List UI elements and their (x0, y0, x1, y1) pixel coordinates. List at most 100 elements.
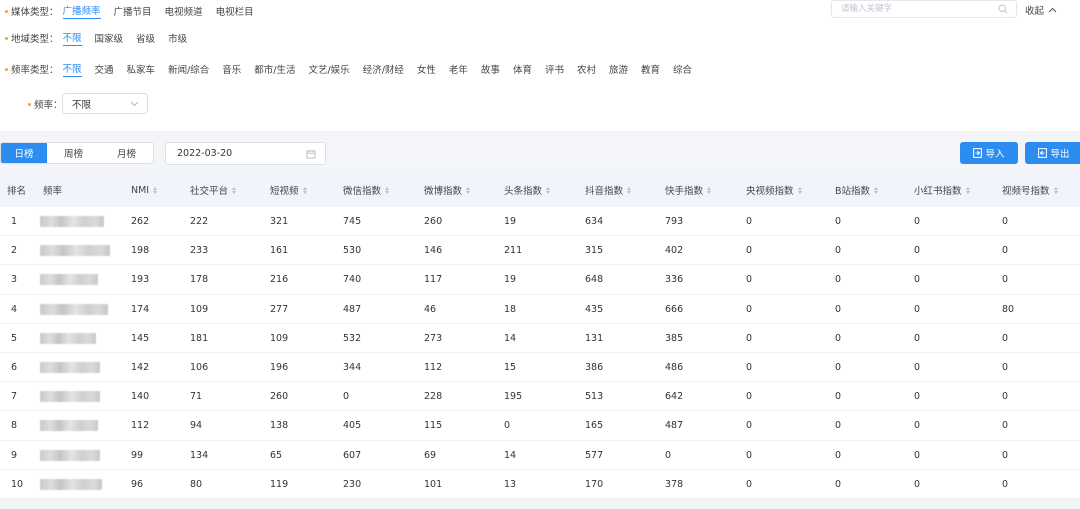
freq-type-option-1[interactable]: 交通 (95, 62, 114, 77)
sort-icon[interactable] (153, 186, 158, 194)
frequency-select[interactable]: 不限 (62, 93, 148, 114)
search-input[interactable] (832, 1, 992, 17)
table-row[interactable]: 3 193 178 216 740 117 19 648 336 0 0 0 0 (0, 265, 1080, 295)
freq-type-option-16[interactable]: 综合 (673, 62, 692, 77)
blurred-frequency-name (40, 391, 100, 403)
column-header-douyin-index[interactable]: 抖音指数 (585, 173, 632, 207)
media-option-3[interactable]: 电视栏目 (216, 4, 254, 19)
sort-icon[interactable] (385, 186, 390, 194)
collapse-button[interactable]: 收起 (1025, 3, 1057, 17)
freq-type-option-15[interactable]: 教育 (641, 62, 660, 77)
import-button[interactable]: 导入 (960, 142, 1018, 164)
freq-type-option-11[interactable]: 体育 (513, 62, 532, 77)
column-header-weibo-index[interactable]: 微博指数 (424, 173, 471, 207)
search-box (831, 0, 1017, 18)
media-option-0[interactable]: 广播频率 (62, 3, 101, 19)
sort-icon[interactable] (232, 186, 237, 194)
table-row[interactable]: 4 174 109 277 487 46 18 435 666 0 0 0 80 (0, 295, 1080, 324)
xiaohongshu-index-cell: 0 (914, 420, 921, 432)
nmi-cell: 174 (131, 303, 150, 315)
table-row[interactable]: 2 198 233 161 530 146 211 315 402 0 0 0 0 (0, 236, 1080, 266)
tab-daily[interactable]: 日榜 (1, 143, 47, 163)
channels-index-cell: 0 (1002, 216, 1009, 227)
bilibili-index-cell: 0 (835, 216, 842, 227)
social-platform-cell: 222 (190, 216, 209, 227)
weibo-index-cell: 146 (424, 245, 443, 257)
region-option-2[interactable]: 省级 (136, 31, 155, 46)
freq-type-option-4[interactable]: 音乐 (222, 62, 241, 77)
tab-monthly[interactable]: 月榜 (100, 143, 153, 163)
tab-weekly[interactable]: 周榜 (47, 143, 100, 163)
freq-type-option-14[interactable]: 旅游 (609, 62, 628, 77)
media-type-label: 媒体类型： (5, 4, 59, 18)
table-row[interactable]: 6 142 106 196 344 112 15 386 486 0 0 0 0 (0, 353, 1080, 383)
bilibili-index-cell: 0 (835, 449, 842, 461)
region-option-3[interactable]: 市级 (168, 31, 187, 46)
media-type-row: 媒体类型： 广播频率 广播节目 电视频道 电视栏目 (5, 1, 267, 21)
table-row[interactable]: 8 112 94 138 405 115 0 165 487 0 0 0 0 (0, 411, 1080, 441)
region-option-0[interactable]: 不限 (62, 30, 82, 46)
column-header-short-video[interactable]: 短视频 (270, 173, 307, 207)
column-header-xiaohongshu-index[interactable]: 小红书指数 (914, 173, 970, 207)
freq-type-option-7[interactable]: 经济/财经 (363, 62, 404, 77)
nmi-cell: 142 (131, 361, 150, 373)
freq-type-option-8[interactable]: 女性 (417, 62, 436, 77)
sort-icon[interactable] (627, 186, 632, 194)
channels-index-cell: 80 (1002, 303, 1015, 315)
table-row[interactable]: 7 140 71 260 0 228 195 513 642 0 0 0 0 (0, 382, 1080, 412)
freq-type-option-10[interactable]: 故事 (481, 62, 500, 77)
sort-icon[interactable] (1053, 186, 1058, 194)
search-icon[interactable] (998, 4, 1008, 14)
export-icon (1038, 148, 1048, 158)
douyin-index-cell: 386 (585, 361, 604, 373)
frequency-row: 频率： (28, 94, 67, 114)
column-header-toutiao-index[interactable]: 头条指数 (504, 173, 551, 207)
sort-icon[interactable] (874, 186, 879, 194)
wechat-index-cell: 607 (343, 449, 362, 461)
media-option-1[interactable]: 广播节目 (114, 4, 152, 19)
column-header-kuaishou-index[interactable]: 快手指数 (665, 173, 712, 207)
date-picker[interactable]: 2022-03-20 (165, 142, 326, 165)
column-header-nmi[interactable]: NMI (131, 173, 158, 207)
rank-cell: 2 (11, 245, 18, 257)
short-video-cell: 277 (270, 303, 289, 315)
wechat-index-cell: 344 (343, 361, 362, 373)
sort-icon[interactable] (302, 186, 307, 194)
rank-cell: 3 (11, 274, 18, 286)
table-row[interactable]: 5 145 181 109 532 273 14 131 385 0 0 0 0 (0, 324, 1080, 353)
table-row[interactable]: 9 99 134 65 607 69 14 577 0 0 0 0 0 (0, 441, 1080, 470)
weibo-index-cell: 46 (424, 303, 437, 315)
table-row[interactable]: 10 96 80 119 230 101 13 170 378 0 0 0 0 (0, 470, 1080, 499)
sort-icon[interactable] (965, 186, 970, 194)
freq-type-option-3[interactable]: 新闻/综合 (168, 62, 209, 77)
import-label: 导入 (985, 149, 1005, 160)
column-header-cctv-video-index[interactable]: 央视频指数 (746, 173, 802, 207)
freq-type-option-6[interactable]: 文艺/娱乐 (308, 62, 349, 77)
freq-type-option-9[interactable]: 老年 (449, 62, 468, 77)
region-option-1[interactable]: 国家级 (95, 31, 124, 46)
date-value: 2022-03-20 (177, 148, 233, 159)
column-header-wechat-index[interactable]: 微信指数 (343, 173, 390, 207)
sort-icon[interactable] (466, 186, 471, 194)
table-row[interactable]: 1 262 222 321 745 260 19 634 793 0 0 0 0 (0, 207, 1080, 237)
freq-type-option-5[interactable]: 都市/生活 (254, 62, 295, 77)
freq-type-option-2[interactable]: 私家车 (127, 62, 156, 77)
column-header-social-platform[interactable]: 社交平台 (190, 173, 237, 207)
kuaishou-index-cell: 385 (665, 332, 684, 344)
short-video-cell: 216 (270, 274, 289, 286)
sort-icon[interactable] (797, 186, 802, 194)
kuaishou-index-cell: 487 (665, 420, 684, 432)
column-header-frequency: 频率 (43, 186, 63, 197)
column-header-bilibili-index[interactable]: B站指数 (835, 173, 879, 207)
media-option-2[interactable]: 电视频道 (165, 4, 203, 19)
freq-type-option-0[interactable]: 不限 (62, 61, 82, 77)
column-header-channels-index[interactable]: 视频号指数 (1002, 173, 1058, 207)
freq-type-option-12[interactable]: 评书 (545, 62, 564, 77)
rank-cell: 7 (11, 391, 18, 403)
sort-icon[interactable] (707, 186, 712, 194)
freq-type-option-13[interactable]: 农村 (577, 62, 596, 77)
region-type-row: 地域类型： 不限 国家级 省级 市级 (5, 28, 200, 48)
short-video-cell: 65 (270, 449, 283, 461)
sort-icon[interactable] (546, 186, 551, 194)
export-button[interactable]: 导出 (1025, 142, 1080, 164)
